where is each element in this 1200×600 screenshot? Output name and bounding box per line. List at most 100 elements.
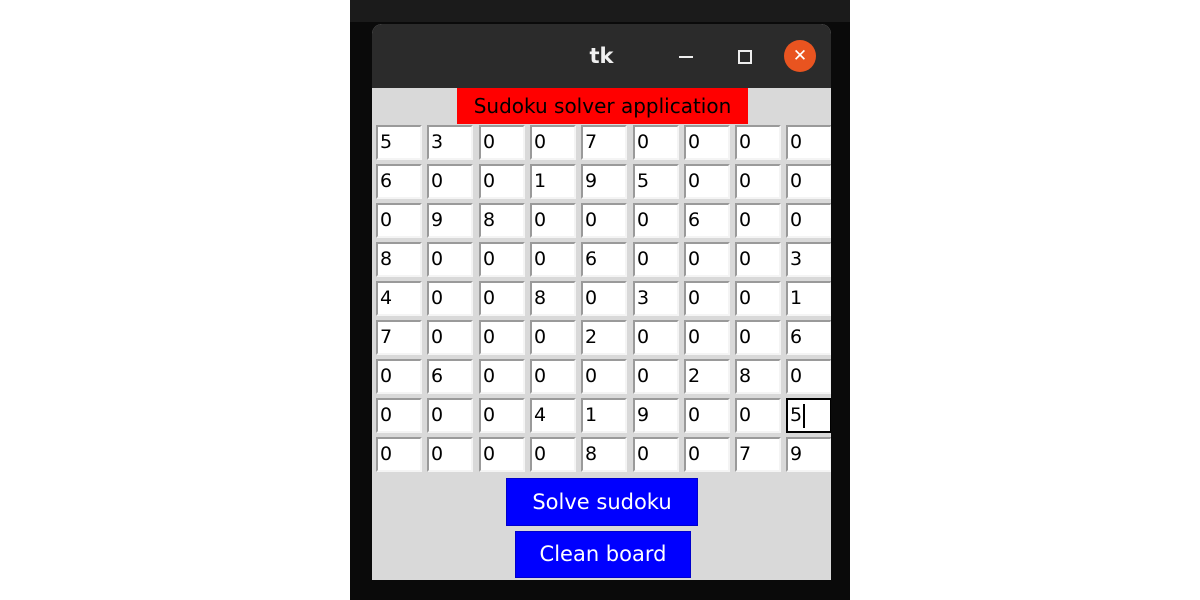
sudoku-cell[interactable]: 0	[735, 398, 781, 433]
sudoku-cell[interactable]: 0	[376, 359, 422, 394]
sudoku-cell[interactable]: 0	[479, 125, 525, 160]
sudoku-cell[interactable]: 9	[427, 203, 473, 238]
sudoku-cell[interactable]: 0	[427, 164, 473, 199]
sudoku-cell[interactable]: 0	[735, 203, 781, 238]
sudoku-cell[interactable]: 0	[479, 320, 525, 355]
cell-value: 0	[637, 248, 650, 270]
sudoku-cell[interactable]: 0	[786, 164, 831, 199]
clean-board-button[interactable]: Clean board	[515, 531, 691, 578]
sudoku-cell[interactable]: 0	[530, 242, 576, 277]
sudoku-cell[interactable]: 9	[786, 437, 831, 472]
sudoku-cell[interactable]: 0	[684, 398, 730, 433]
sudoku-cell[interactable]: 0	[581, 359, 627, 394]
cell-value: 0	[431, 404, 444, 426]
sudoku-cell[interactable]: 6	[427, 359, 473, 394]
sudoku-cell[interactable]: 0	[376, 398, 422, 433]
minimize-button[interactable]	[670, 40, 702, 72]
sudoku-cell[interactable]: 6	[786, 320, 831, 355]
sudoku-cell[interactable]: 0	[735, 164, 781, 199]
maximize-icon	[738, 50, 752, 64]
sudoku-cell[interactable]: 1	[581, 398, 627, 433]
sudoku-cell[interactable]: 3	[427, 125, 473, 160]
sudoku-cell[interactable]: 5	[376, 125, 422, 160]
sudoku-cell[interactable]: 4	[530, 398, 576, 433]
sudoku-cell[interactable]: 3	[633, 281, 679, 316]
sudoku-cell[interactable]: 0	[530, 437, 576, 472]
sudoku-cell[interactable]: 9	[633, 398, 679, 433]
sudoku-cell[interactable]: 0	[786, 203, 831, 238]
sudoku-cell[interactable]: 0	[786, 125, 831, 160]
sudoku-cell[interactable]: 6	[581, 242, 627, 277]
sudoku-cell[interactable]: 3	[786, 242, 831, 277]
sudoku-cell[interactable]: 0	[581, 281, 627, 316]
app-title-label: Sudoku solver application	[457, 88, 748, 124]
sudoku-cell[interactable]: 0	[427, 320, 473, 355]
cell-value: 0	[534, 365, 547, 387]
cell-value: 0	[637, 326, 650, 348]
sudoku-cell[interactable]: 0	[479, 242, 525, 277]
sudoku-cell[interactable]: 0	[786, 359, 831, 394]
sudoku-cell[interactable]: 8	[581, 437, 627, 472]
sudoku-cell[interactable]: 0	[633, 320, 679, 355]
sudoku-cell[interactable]: 2	[581, 320, 627, 355]
sudoku-cell[interactable]: 0	[735, 281, 781, 316]
sudoku-cell[interactable]: 0	[684, 320, 730, 355]
sudoku-cell[interactable]: 0	[633, 242, 679, 277]
cell-value: 0	[431, 326, 444, 348]
sudoku-cell[interactable]: 0	[427, 398, 473, 433]
sudoku-cell[interactable]: 8	[479, 203, 525, 238]
maximize-button[interactable]	[728, 40, 760, 72]
sudoku-cell[interactable]: 0	[581, 203, 627, 238]
sudoku-cell[interactable]: 0	[633, 203, 679, 238]
sudoku-cell[interactable]: 4	[376, 281, 422, 316]
sudoku-cell[interactable]: 0	[376, 203, 422, 238]
sudoku-cell[interactable]: 8	[376, 242, 422, 277]
sudoku-cell[interactable]: 8	[735, 359, 781, 394]
sudoku-cell[interactable]: 0	[479, 281, 525, 316]
sudoku-cell[interactable]: 0	[633, 359, 679, 394]
sudoku-cell[interactable]: 0	[530, 320, 576, 355]
sudoku-cell[interactable]: 0	[684, 125, 730, 160]
sudoku-cell[interactable]: 0	[684, 437, 730, 472]
close-button[interactable]: ✕	[784, 40, 816, 72]
sudoku-cell[interactable]: 1	[530, 164, 576, 199]
sudoku-cell[interactable]: 6	[684, 203, 730, 238]
sudoku-cell[interactable]: 0	[479, 437, 525, 472]
sudoku-cell[interactable]: 0	[479, 359, 525, 394]
sudoku-cell[interactable]: 0	[735, 242, 781, 277]
sudoku-cell[interactable]: 0	[530, 359, 576, 394]
window-titlebar[interactable]: tk ✕	[372, 24, 831, 88]
sudoku-cell[interactable]: 0	[684, 281, 730, 316]
cell-value: 8	[534, 287, 547, 309]
sudoku-cell[interactable]: 9	[581, 164, 627, 199]
cell-value: 0	[739, 287, 752, 309]
sudoku-cell[interactable]: 6	[376, 164, 422, 199]
sudoku-cell[interactable]: 0	[684, 242, 730, 277]
sudoku-cell[interactable]: 0	[684, 164, 730, 199]
sudoku-cell[interactable]: 0	[633, 125, 679, 160]
sudoku-cell[interactable]: 0	[376, 437, 422, 472]
cell-value: 0	[739, 326, 752, 348]
sudoku-cell[interactable]: 0	[530, 203, 576, 238]
sudoku-cell[interactable]: 5	[786, 398, 831, 433]
solve-sudoku-button[interactable]: Solve sudoku	[506, 478, 698, 526]
sudoku-cell[interactable]: 1	[786, 281, 831, 316]
sudoku-cell[interactable]: 5	[633, 164, 679, 199]
sudoku-cell[interactable]: 2	[684, 359, 730, 394]
cell-value: 0	[585, 287, 598, 309]
sudoku-cell[interactable]: 7	[581, 125, 627, 160]
cell-value: 5	[380, 131, 393, 153]
sudoku-cell[interactable]: 0	[427, 437, 473, 472]
sudoku-cell[interactable]: 7	[735, 437, 781, 472]
sudoku-cell[interactable]: 7	[376, 320, 422, 355]
sudoku-cell[interactable]: 0	[479, 164, 525, 199]
sudoku-cell[interactable]: 8	[530, 281, 576, 316]
sudoku-cell[interactable]: 0	[427, 242, 473, 277]
cell-value: 0	[790, 170, 803, 192]
sudoku-cell[interactable]: 0	[479, 398, 525, 433]
sudoku-cell[interactable]: 0	[633, 437, 679, 472]
sudoku-cell[interactable]: 0	[530, 125, 576, 160]
sudoku-cell[interactable]: 0	[427, 281, 473, 316]
sudoku-cell[interactable]: 0	[735, 320, 781, 355]
sudoku-cell[interactable]: 0	[735, 125, 781, 160]
